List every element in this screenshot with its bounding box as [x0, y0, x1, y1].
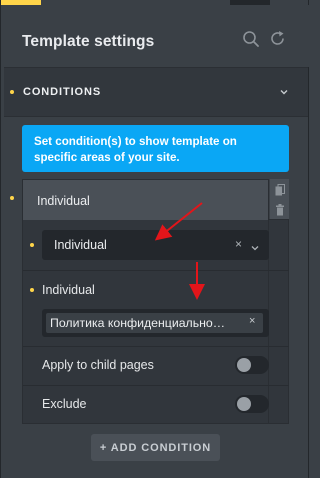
- add-condition-label: + ADD CONDITION: [99, 442, 212, 454]
- conditions-section-header[interactable]: CONDITIONS: [4, 67, 308, 117]
- section-title: CONDITIONS: [23, 86, 102, 98]
- divider: [23, 346, 289, 347]
- toggle-knob: [237, 397, 251, 411]
- divider: [23, 270, 289, 271]
- status-dot: [30, 288, 34, 292]
- clear-icon[interactable]: ×: [235, 237, 242, 251]
- copy-icon[interactable]: [275, 183, 285, 196]
- chevron-down-icon[interactable]: [278, 85, 290, 97]
- condition-side-column: [269, 219, 289, 424]
- condition-type-select[interactable]: Individual ×: [42, 230, 269, 260]
- individual-field-label: Individual: [42, 283, 95, 297]
- divider: [23, 385, 289, 386]
- individual-select[interactable]: Политика конфиденциально… ×: [42, 309, 269, 337]
- status-dot: [10, 90, 14, 94]
- tag-label: Политика конфиденциально…: [50, 316, 226, 330]
- info-notice: Set condition(s) to show template on spe…: [22, 125, 289, 172]
- status-dot: [10, 196, 14, 200]
- selected-tag: Политика конфиденциально… ×: [46, 313, 263, 333]
- condition-actions: [269, 179, 289, 219]
- condition-card: Individual: [22, 179, 269, 424]
- condition-header[interactable]: Individual: [23, 180, 268, 220]
- trash-icon[interactable]: [275, 203, 285, 216]
- condition-header-label: Individual: [37, 194, 90, 208]
- exclude-toggle[interactable]: [235, 395, 269, 413]
- select-value: Individual: [54, 238, 107, 252]
- panel-header: Template settings: [1, 5, 310, 67]
- apply-child-toggle[interactable]: [235, 356, 269, 374]
- tag-remove-icon[interactable]: ×: [249, 315, 255, 327]
- settings-panel: Template settings CONDITIONS Set conditi…: [0, 0, 310, 478]
- page-title: Template settings: [22, 33, 155, 50]
- chevron-down-icon[interactable]: [250, 240, 260, 251]
- exclude-label: Exclude: [42, 397, 87, 411]
- apply-child-label: Apply to child pages: [42, 358, 154, 372]
- status-dot: [30, 243, 34, 247]
- add-condition-button[interactable]: + ADD CONDITION: [91, 434, 220, 461]
- toggle-knob: [237, 358, 251, 372]
- refresh-icon[interactable]: [268, 29, 288, 49]
- search-icon[interactable]: [241, 29, 261, 49]
